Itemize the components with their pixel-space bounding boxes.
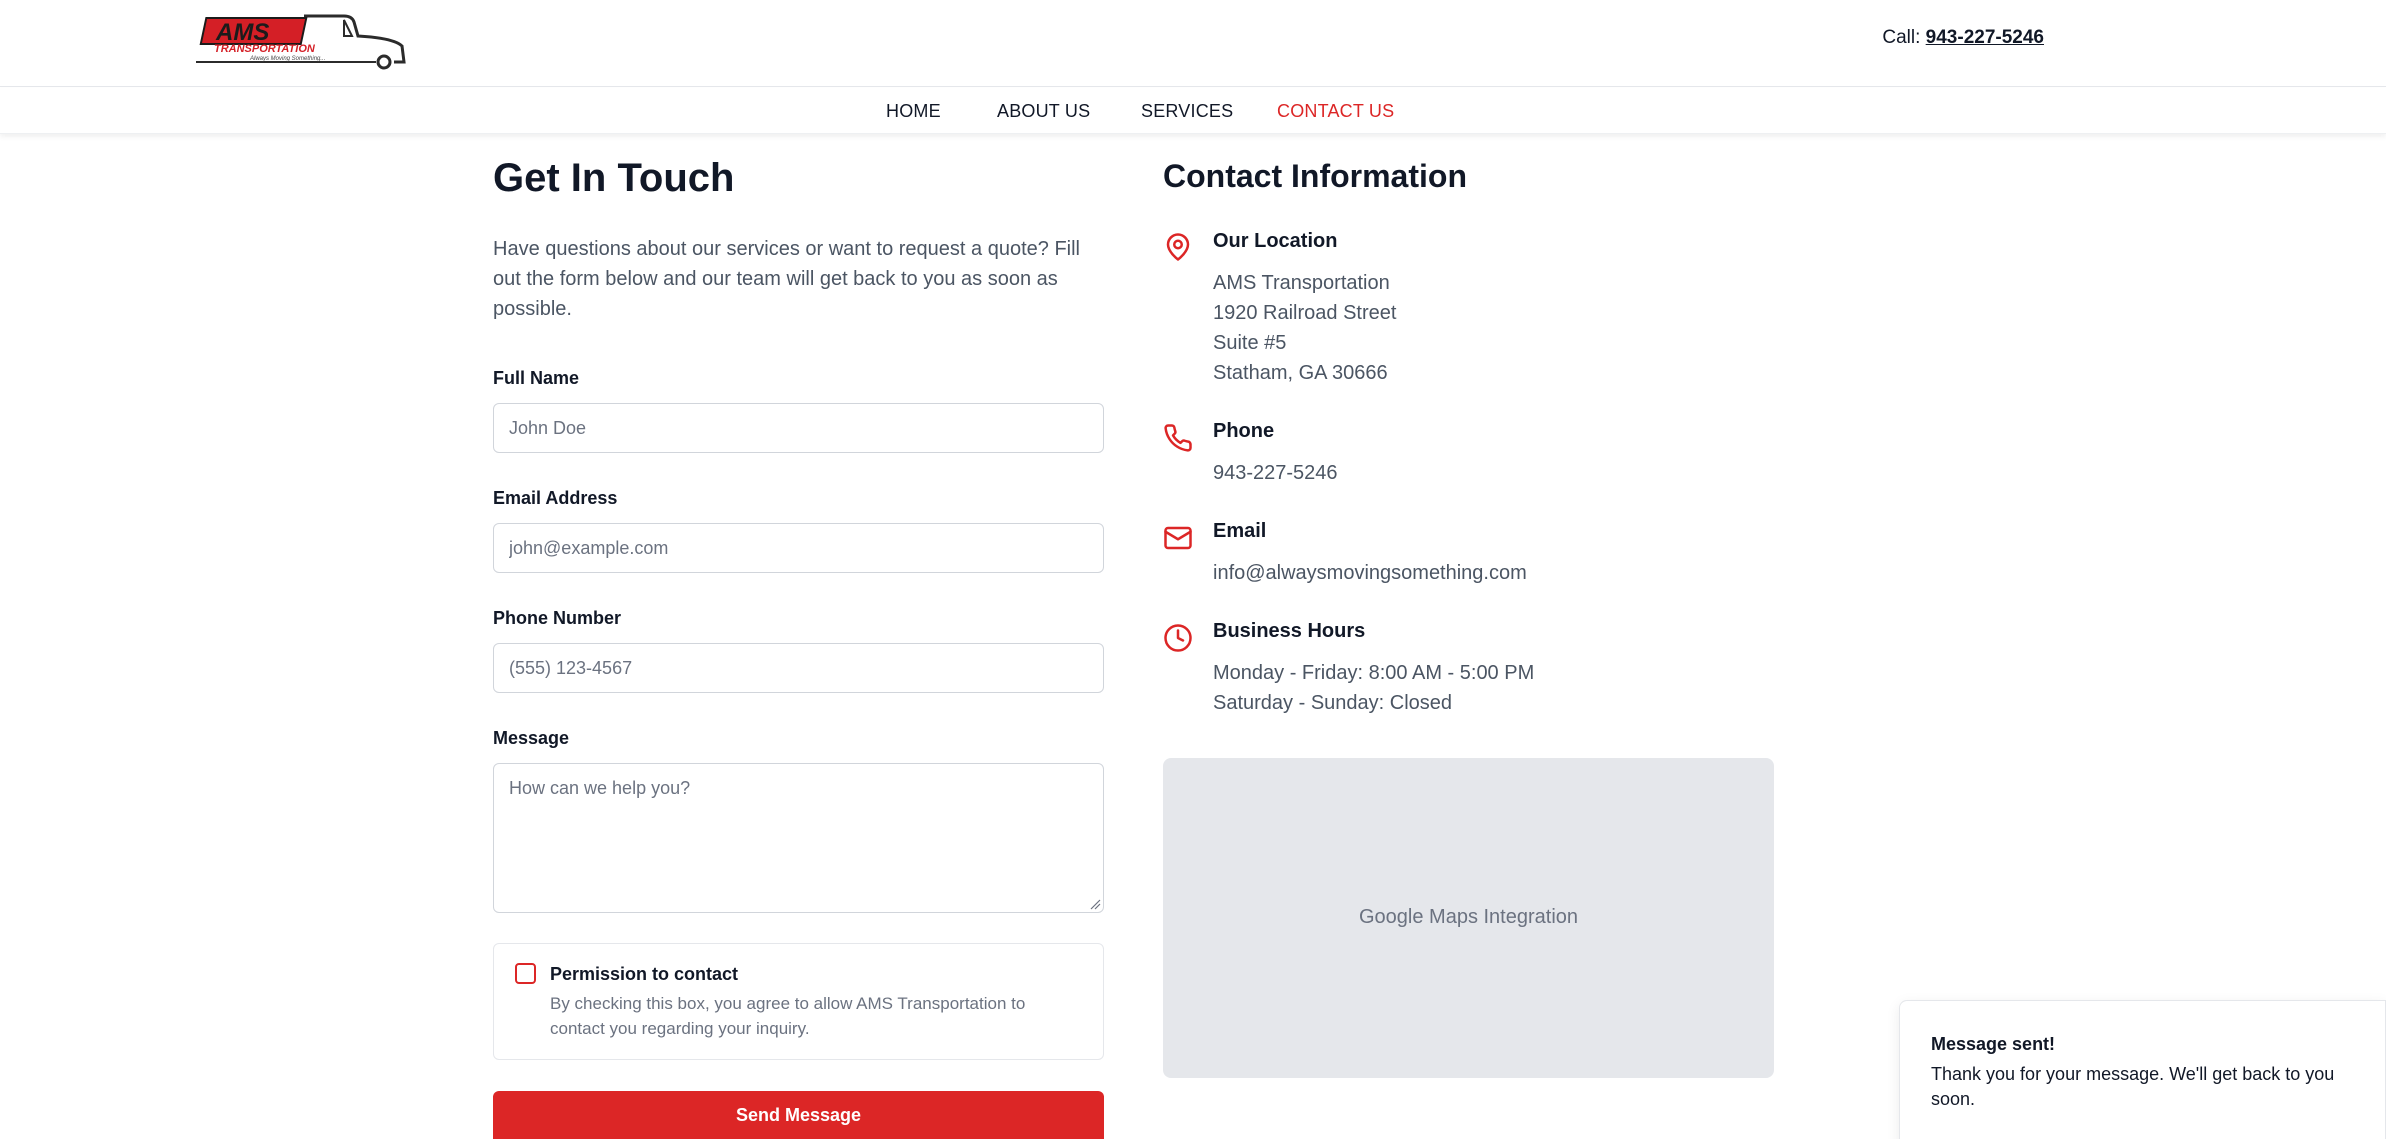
toast-title: Message sent!	[1931, 1034, 2056, 1054]
ams-logo[interactable]: AMS TRANSPORTATION Always Moving Somethi…	[194, 10, 408, 70]
header-call: Call: 943-227-5246	[1882, 27, 2044, 49]
hours-heading: Business Hours	[1213, 620, 1366, 642]
hours-line: Saturday - Sunday: Closed	[1213, 692, 1453, 714]
message-label: Message	[493, 728, 570, 748]
phone-heading: Phone	[1213, 420, 1275, 442]
map-label: Google Maps Integration	[1358, 906, 1579, 928]
location-line: Statham, GA 30666	[1213, 362, 1388, 384]
email-value[interactable]: info@alwaysmovingsomething.com	[1213, 558, 1527, 588]
call-phone-link[interactable]: 943-227-5246	[1926, 27, 2044, 48]
full-name-input[interactable]	[493, 403, 1104, 453]
site-header: AMS TRANSPORTATION Always Moving Somethi…	[0, 0, 2386, 87]
logo-tagline: Always Moving Something...	[249, 56, 325, 62]
mail-icon	[1164, 526, 1192, 550]
permission-desc-line: By checking this box, you agree to allow…	[550, 994, 1026, 1013]
clock-icon	[1164, 624, 1192, 652]
toast-notification: Message sent! Thank you for your message…	[1899, 1000, 2386, 1139]
permission-checkbox[interactable]	[515, 963, 536, 984]
location-line: Suite #5	[1213, 332, 1287, 354]
phone-value[interactable]: 943-227-5246	[1213, 458, 1338, 488]
contact-title: Contact Information	[1163, 158, 1467, 194]
nav-contact-us[interactable]: CONTACT US	[1277, 101, 1394, 122]
toast-message: Thank you for your message. We'll get ba…	[1931, 1064, 2335, 1109]
logo-subword: TRANSPORTATION	[214, 43, 316, 55]
intro-line: Have questions about our services or wan…	[493, 238, 1080, 260]
map-pin-icon	[1166, 233, 1190, 261]
location-heading: Our Location	[1213, 230, 1338, 252]
intro-line: possible.	[493, 298, 572, 320]
form-title: Get In Touch	[493, 156, 735, 200]
send-message-button[interactable]: Send Message	[493, 1091, 1104, 1139]
intro-line: out the form below and our team will get…	[493, 268, 1058, 290]
map-placeholder[interactable]: Google Maps Integration	[1163, 758, 1774, 1078]
phone-input[interactable]	[493, 643, 1104, 693]
permission-description: By checking this box, you agree to allow…	[550, 991, 1070, 1041]
hours-line: Monday - Friday: 8:00 AM - 5:00 PM	[1213, 662, 1535, 684]
nav-services[interactable]: SERVICES	[1141, 101, 1233, 122]
permission-desc-line: contact you regarding your inquiry.	[550, 1019, 810, 1038]
resize-handle-icon[interactable]	[1089, 898, 1101, 910]
message-textarea[interactable]	[493, 763, 1104, 913]
logo-wordmark: AMS	[215, 19, 269, 46]
phone-icon	[1164, 424, 1192, 452]
full-name-label: Full Name	[493, 368, 580, 388]
permission-title: Permission to contact	[550, 964, 739, 984]
phone-label: Phone Number	[493, 608, 622, 628]
location-line: 1920 Railroad Street	[1213, 302, 1397, 324]
email-heading: Email	[1213, 520, 1267, 542]
email-input[interactable]	[493, 523, 1104, 573]
permission-box: Permission to contact By checking this b…	[493, 943, 1104, 1060]
email-label: Email Address	[493, 488, 618, 508]
form-intro: Have questions about our services or wan…	[493, 234, 1093, 324]
location-line: AMS Transportation	[1213, 272, 1390, 294]
nav-home[interactable]: HOME	[886, 101, 941, 122]
main-nav: HOME ABOUT US SERVICES CONTACT US	[0, 88, 2386, 134]
call-label: Call:	[1882, 27, 1921, 48]
nav-about-us[interactable]: ABOUT US	[997, 101, 1090, 122]
